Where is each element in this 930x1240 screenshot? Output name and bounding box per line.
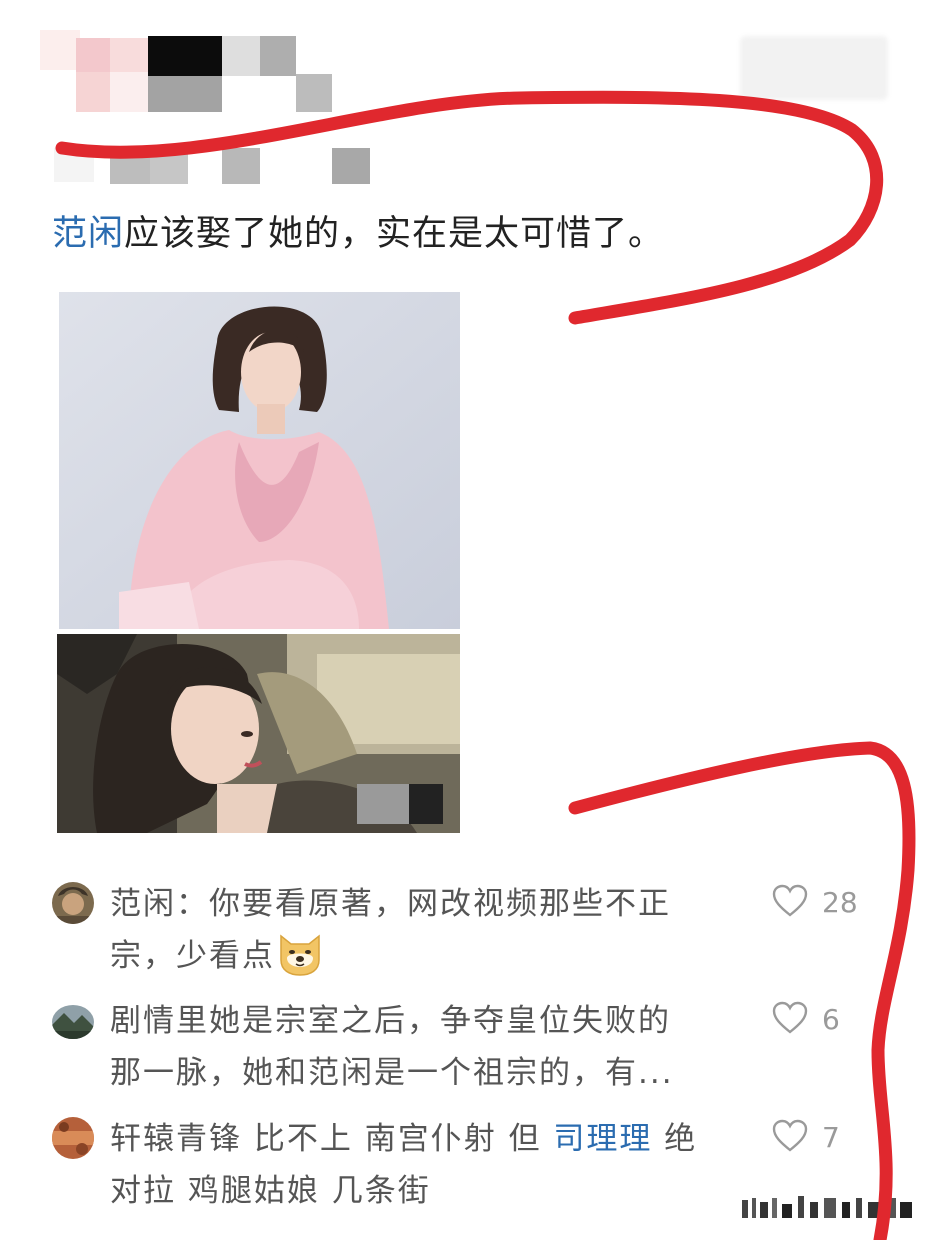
post-body: 应该娶了她的，实在是太可惜了。 [124,214,665,254]
watermark-mark [742,1196,912,1218]
heart-outline-icon [772,1119,808,1152]
comment-line: 轩辕青锋 比不上 南宫仆射 但 司理理 绝 [110,1121,698,1157]
mention-link[interactable]: 范闲 [52,214,124,254]
comment-item: 剧情里她是宗室之后，争夺皇位失败的 那一脉，她和范闲是一个祖宗的，有... 6 [52,995,872,1099]
mention-link[interactable]: 司理理 [553,1121,652,1157]
post-text: 范闲应该娶了她的，实在是太可惜了。 [52,210,664,258]
comment-text: 范闲：你要看原著，网改视频那些不正 宗，少看点 [110,878,730,982]
comment-item: 范闲：你要看原著，网改视频那些不正 宗，少看点 28 [52,878,872,982]
like-count: 28 [822,886,858,919]
like-button[interactable]: 28 [772,882,882,924]
post-photo-1[interactable] [59,292,460,629]
doge-emoji [275,930,325,976]
comment-text: 剧情里她是宗室之后，争夺皇位失败的 那一脉，她和范闲是一个祖宗的，有... [110,995,730,1099]
avatar[interactable] [52,1117,94,1159]
avatar[interactable] [52,1005,94,1039]
drama-still-illustration [57,634,460,833]
post-photo-2[interactable] [57,634,460,833]
comment-line: 剧情里她是宗室之后，争夺皇位失败的 [110,1003,671,1039]
comment-line: 那一脉，她和范闲是一个祖宗的，有... [110,1055,674,1091]
like-button[interactable]: 7 [772,1117,882,1159]
comment-line: 对拉 鸡腿姑娘 几条街 [110,1173,431,1209]
comment-text: 轩辕青锋 比不上 南宫仆射 但 司理理 绝 对拉 鸡腿姑娘 几条街 [110,1113,730,1217]
like-count: 7 [822,1121,840,1154]
comment-line: 范闲：你要看原著，网改视频那些不正 [110,886,671,922]
portrait-illustration [59,292,460,629]
pixelated-header [40,30,370,190]
like-button[interactable]: 6 [772,999,882,1041]
like-count: 6 [822,1003,840,1036]
avatar[interactable] [52,882,94,924]
heart-outline-icon [772,884,808,917]
comment-line: 宗，少看点 [110,930,730,982]
heart-outline-icon [772,1001,808,1034]
blurred-header-badge [740,36,888,100]
